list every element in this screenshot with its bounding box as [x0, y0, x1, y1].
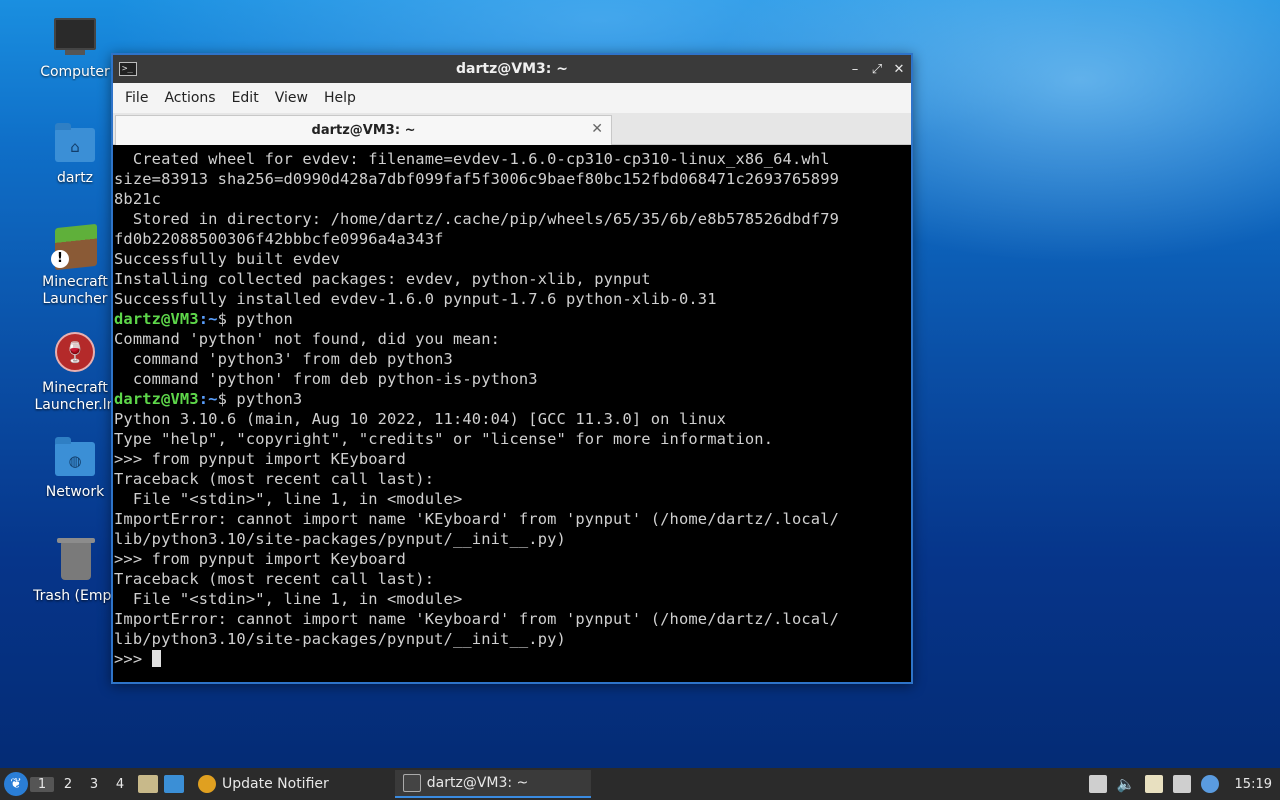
tab-label: dartz@VM3: ~	[311, 123, 416, 138]
terminal-line: dartz@VM3:~$ python	[114, 309, 911, 329]
terminal-output[interactable]: Created wheel for evdev: filename=evdev-…	[113, 145, 911, 682]
minecraft-icon: !	[51, 223, 97, 271]
desktop-icon-label: Computer	[40, 64, 110, 80]
terminal-task-icon	[402, 774, 421, 792]
terminal-line: Successfully installed evdev-1.6.0 pynpu…	[114, 290, 717, 308]
desktop-icon-label: Minecraft Launcher.ln	[34, 380, 116, 413]
terminal-window[interactable]: >_ dartz@VM3: ~ – ⤢ ✕ File Actions Edit …	[111, 53, 913, 684]
eject-icon[interactable]	[1088, 775, 1107, 793]
terminal-line: ImportError: cannot import name 'Keyboar…	[114, 610, 840, 628]
maximize-button[interactable]: ⤢	[871, 62, 883, 77]
terminal-line: Type "help", "copyright", "credits" or "…	[114, 430, 774, 448]
monitor-icon	[53, 16, 97, 60]
menu-file[interactable]: File	[117, 90, 156, 106]
command-text: $ python	[217, 310, 293, 328]
menu-view[interactable]: View	[267, 90, 316, 106]
terminal-line: lib/python3.10/site-packages/pynput/__in…	[114, 530, 566, 548]
tab-close-icon[interactable]: ✕	[591, 121, 603, 137]
terminal-line: >>>	[114, 649, 911, 669]
terminal-line: >>> from pynput import KEyboard	[114, 450, 406, 468]
terminal-line: Successfully built evdev	[114, 250, 340, 268]
tab-bar: dartz@VM3: ~ ✕	[113, 113, 911, 145]
prompt-user: dartz@VM3	[114, 310, 199, 328]
desktop-icon-home[interactable]: ⌂ dartz	[25, 122, 125, 187]
show-desktop-icon[interactable]	[164, 775, 184, 793]
wine-icon: 🍷	[53, 332, 97, 376]
home-folder-icon: ⌂	[53, 122, 97, 166]
terminal-line: dartz@VM3:~$ python3	[114, 389, 911, 409]
start-menu-icon[interactable]: ❦	[4, 772, 28, 796]
desktop-icon-label: Trash (Empt	[33, 588, 117, 604]
desktop-icon-minecraft-launcher[interactable]: ! Minecraft Launcher	[25, 223, 125, 308]
window-title: dartz@VM3: ~	[456, 61, 568, 77]
task-label: Update Notifier	[222, 776, 329, 792]
title-bar[interactable]: >_ dartz@VM3: ~ – ⤢ ✕	[113, 55, 911, 83]
clock[interactable]: 15:19	[1235, 777, 1272, 792]
prompt-path: :~	[198, 310, 218, 328]
terminal-line: Python 3.10.6 (main, Aug 10 2022, 11:40:…	[114, 410, 727, 428]
terminal-line: Traceback (most recent call last):	[114, 470, 435, 488]
desktop-icon-label: Network	[45, 484, 105, 500]
terminal-line: lib/python3.10/site-packages/pynput/__in…	[114, 630, 566, 648]
menu-edit[interactable]: Edit	[224, 90, 267, 106]
terminal-line: Command 'python' not found, did you mean…	[114, 330, 501, 348]
menu-bar: File Actions Edit View Help	[113, 83, 911, 113]
task-label: dartz@VM3: ~	[426, 775, 529, 791]
terminal-line: Stored in directory: /home/dartz/.cache/…	[114, 210, 840, 228]
workspace-4[interactable]: 4	[108, 777, 132, 792]
tab-terminal[interactable]: dartz@VM3: ~ ✕	[115, 115, 612, 145]
menu-help[interactable]: Help	[316, 90, 364, 106]
trash-icon	[53, 538, 97, 584]
taskbar: ❦ 1 2 3 4 Update Notifier dartz@VM3: ~ 🔈…	[0, 768, 1280, 800]
network-folder-icon: ◍	[53, 436, 97, 480]
terminal-line: Installing collected packages: evdev, py…	[114, 270, 651, 288]
command-text: $ python3	[217, 390, 303, 408]
terminal-line: >>> from pynput import Keyboard	[114, 550, 406, 568]
task-update-notifier[interactable]: Update Notifier	[190, 770, 337, 798]
clipboard-icon[interactable]	[1144, 775, 1163, 793]
task-terminal[interactable]: dartz@VM3: ~	[394, 770, 591, 798]
desktop-icon-minecraft-launcher-link[interactable]: 🍷 Minecraft Launcher.ln	[25, 332, 125, 414]
terminal-line: command 'python' from deb python-is-pyth…	[114, 370, 538, 388]
desktop-icon-network[interactable]: ◍ Network	[25, 436, 125, 501]
text-cursor	[151, 650, 161, 667]
update-notifier-icon	[198, 775, 216, 793]
terminal-scrollbar[interactable]	[907, 145, 911, 682]
terminal-line: Created wheel for evdev: filename=evdev-…	[114, 150, 830, 168]
close-button[interactable]: ✕	[893, 62, 905, 77]
terminal-line: Traceback (most recent call last):	[114, 570, 435, 588]
network-icon[interactable]	[1172, 775, 1191, 793]
file-manager-icon[interactable]	[138, 775, 158, 793]
prompt-user: dartz@VM3	[114, 390, 199, 408]
system-tray: 🔈 15:19	[1088, 775, 1272, 793]
terminal-line: fd0b22088500306f42bbbcfe0996a4a343f	[114, 230, 444, 248]
terminal-app-icon[interactable]: >_	[119, 62, 137, 76]
volume-icon[interactable]: 🔈	[1117, 775, 1136, 793]
terminal-line: command 'python3' from deb python3	[114, 350, 453, 368]
desktop-icon-computer[interactable]: Computer	[25, 16, 125, 81]
workspace-3[interactable]: 3	[82, 777, 106, 792]
terminal-line: size=83913 sha256=d0990d428a7dbf099faf5f…	[114, 170, 840, 188]
desktop-icon-trash[interactable]: Trash (Empt	[25, 538, 125, 605]
terminal-line: 8b21c	[114, 190, 162, 208]
workspace-2[interactable]: 2	[56, 777, 80, 792]
desktop-icon-label: dartz	[56, 170, 94, 186]
terminal-line: File "<stdin>", line 1, in <module>	[114, 590, 463, 608]
minimize-button[interactable]: –	[849, 62, 861, 77]
desktop-icon-label: Minecraft Launcher	[42, 274, 108, 307]
terminal-line: ImportError: cannot import name 'KEyboar…	[114, 510, 840, 528]
notification-icon[interactable]	[1200, 775, 1219, 793]
menu-actions[interactable]: Actions	[156, 90, 223, 106]
terminal-line: File "<stdin>", line 1, in <module>	[114, 490, 463, 508]
prompt-path: :~	[198, 390, 218, 408]
workspace-1[interactable]: 1	[30, 776, 54, 792]
